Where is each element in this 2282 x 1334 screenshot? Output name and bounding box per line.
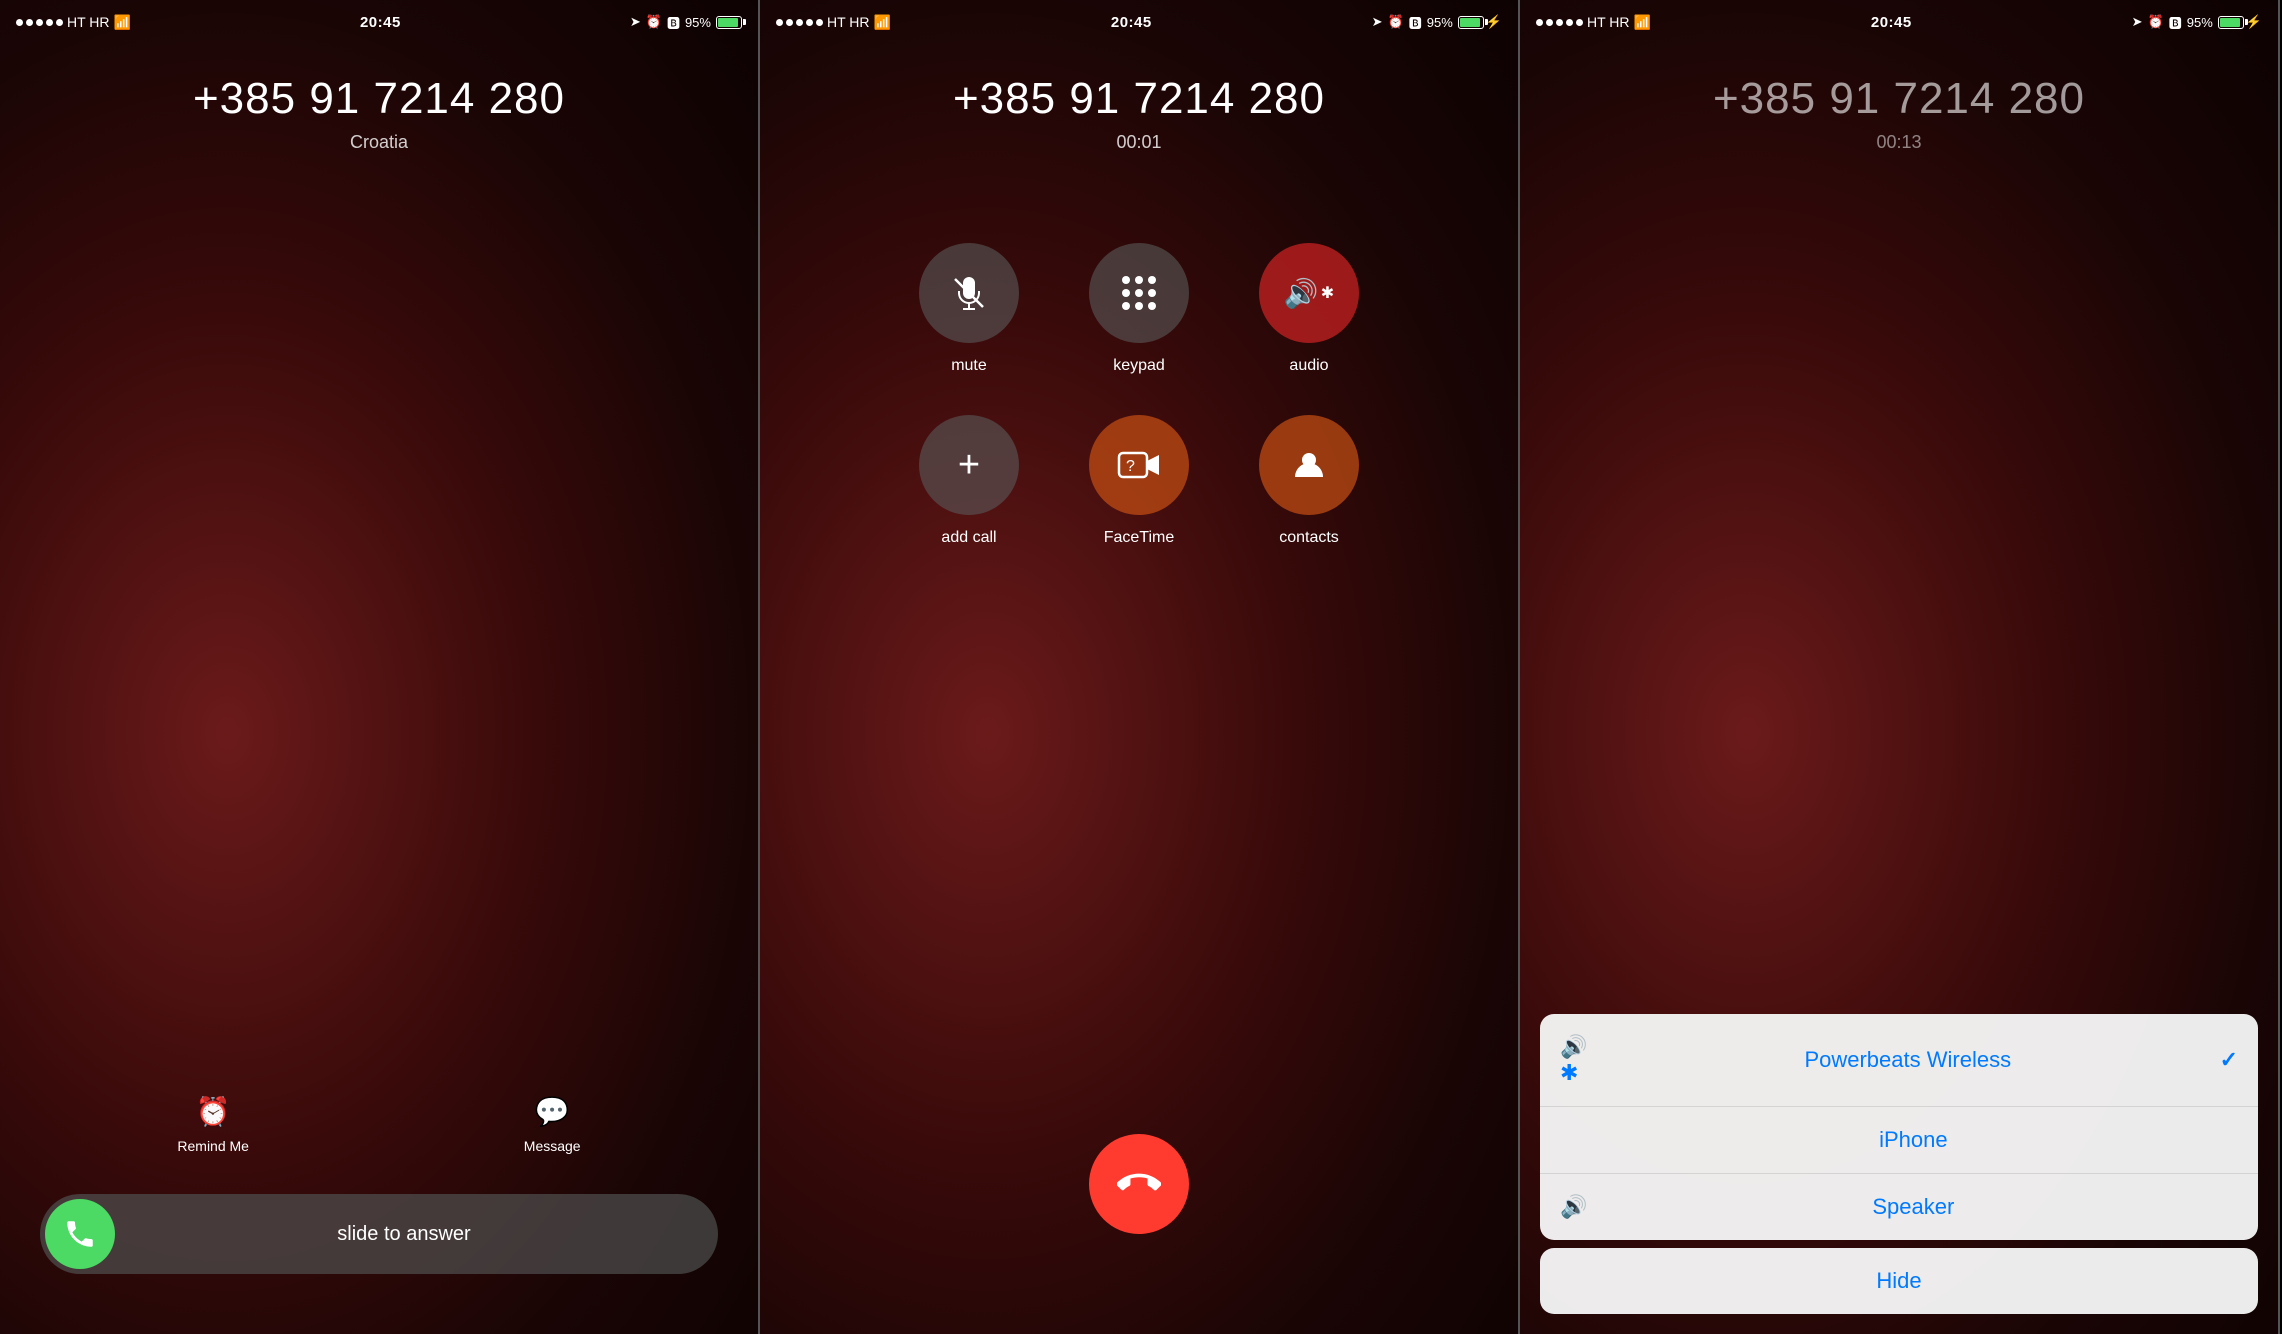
status-left-1: HT HR 📶 — [16, 14, 131, 31]
battery-icon-3: ⚡ — [2218, 14, 2262, 30]
location-icon-2: ➤ — [1372, 14, 1383, 30]
signal-dot — [46, 19, 53, 26]
battery-icon-1 — [716, 16, 742, 29]
alarm-icon-1: ⏰ — [646, 14, 662, 30]
signal-dot — [16, 19, 23, 26]
audio-button[interactable]: 🔊 ✱ audio — [1244, 243, 1374, 375]
screen-1-content: +385 91 7214 280 Croatia — [0, 44, 758, 1334]
status-left-3: HT HR 📶 — [1536, 14, 1651, 31]
time-display-1: 20:45 — [360, 14, 401, 31]
svg-text:?: ? — [1126, 458, 1135, 475]
contacts-circle — [1259, 415, 1359, 515]
mute-label: mute — [951, 357, 987, 375]
contacts-label: contacts — [1279, 529, 1339, 547]
status-left-2: HT HR 📶 — [776, 14, 891, 31]
screen-3-content: +385 91 7214 280 00:13 — [1520, 44, 2278, 1334]
status-right-2: ➤ ⏰ 🅱 95% ⚡ — [1372, 13, 1502, 32]
time-display-2: 20:45 — [1111, 14, 1152, 31]
call-controls: mute keypad 🔊 ✱ — [904, 243, 1374, 547]
status-right-3: ➤ ⏰ 🅱 95% ⚡ — [2132, 13, 2262, 32]
bluetooth-icon-3: 🅱 — [2169, 13, 2182, 32]
signal-dots-1 — [16, 19, 63, 26]
facetime-circle: ? — [1089, 415, 1189, 515]
incoming-phone-number: +385 91 7214 280 — [193, 74, 565, 124]
audio-label: audio — [1289, 357, 1328, 375]
keypad-button[interactable]: keypad — [1074, 243, 1204, 375]
location-icon-3: ➤ — [2132, 14, 2143, 30]
bluetooth-small-icon: ✱ — [1321, 283, 1334, 303]
time-display-3: 20:45 — [1871, 14, 1912, 31]
audio-active-icon: 🔊 ✱ — [1284, 277, 1334, 310]
signal-dot — [26, 19, 33, 26]
signal-dots-2 — [776, 19, 823, 26]
contacts-icon — [1291, 447, 1327, 483]
active-phone-number: +385 91 7214 280 — [953, 74, 1325, 124]
speaker-icon: 🔊 — [1284, 277, 1319, 310]
audio-menu-phone-number: +385 91 7214 280 — [1713, 74, 2085, 124]
screen-audio-menu: HT HR 📶 20:45 ➤ ⏰ 🅱 95% ⚡ +385 91 7214 2… — [1520, 0, 2280, 1334]
call-duration-2: 00:13 — [1876, 132, 1921, 153]
signal-dot — [56, 19, 63, 26]
add-call-circle: + — [919, 415, 1019, 515]
location-icon-1: ➤ — [630, 14, 641, 30]
battery-percent-2: 95% — [1427, 15, 1453, 30]
plus-icon: + — [958, 446, 980, 484]
incoming-subtitle: Croatia — [350, 132, 408, 153]
facetime-icon: ? — [1117, 449, 1161, 481]
alarm-icon-3: ⏰ — [2148, 14, 2164, 30]
alarm-icon-2: ⏰ — [1388, 14, 1404, 30]
call-duration-1: 00:01 — [1116, 132, 1161, 153]
wifi-icon-3: 📶 — [1634, 14, 1651, 31]
add-call-button[interactable]: + add call — [904, 415, 1034, 547]
keypad-circle — [1089, 243, 1189, 343]
status-right-1: ➤ ⏰ 🅱 95% — [630, 13, 742, 32]
keypad-label: keypad — [1113, 357, 1165, 375]
screen-2-content: +385 91 7214 280 00:01 mute — [760, 44, 1518, 1334]
status-bar-3: HT HR 📶 20:45 ➤ ⏰ 🅱 95% ⚡ — [1520, 0, 2278, 44]
mute-icon — [951, 275, 987, 311]
wifi-icon-2: 📶 — [874, 14, 891, 31]
carrier-label-2: HT HR — [827, 14, 870, 30]
status-bar-2: HT HR 📶 20:45 ➤ ⏰ 🅱 95% ⚡ — [760, 0, 1518, 44]
carrier-label-3: HT HR — [1587, 14, 1630, 30]
signal-dot — [36, 19, 43, 26]
battery-icon-2: ⚡ — [1458, 14, 1502, 30]
carrier-label-1: HT HR — [67, 14, 110, 30]
facetime-label: FaceTime — [1104, 529, 1175, 547]
screen-incoming: HT HR 📶 20:45 ➤ ⏰ 🅱 95% +385 91 7214 280… — [0, 0, 760, 1334]
battery-percent-3: 95% — [2187, 15, 2213, 30]
screen-active: HT HR 📶 20:45 ➤ ⏰ 🅱 95% ⚡ +385 91 7214 2… — [760, 0, 1520, 1334]
wifi-icon-1: 📶 — [114, 14, 131, 31]
contacts-button[interactable]: contacts — [1244, 415, 1374, 547]
keypad-icon — [1122, 276, 1156, 310]
signal-dots-3 — [1536, 19, 1583, 26]
audio-circle: 🔊 ✱ — [1259, 243, 1359, 343]
battery-percent-1: 95% — [685, 15, 711, 30]
status-bar-1: HT HR 📶 20:45 ➤ ⏰ 🅱 95% — [0, 0, 758, 44]
add-call-label: add call — [941, 529, 996, 547]
bluetooth-icon-2: 🅱 — [1409, 13, 1422, 32]
mute-circle — [919, 243, 1019, 343]
bluetooth-icon-1: 🅱 — [667, 13, 680, 32]
mute-button[interactable]: mute — [904, 243, 1034, 375]
facetime-button[interactable]: ? FaceTime — [1074, 415, 1204, 547]
